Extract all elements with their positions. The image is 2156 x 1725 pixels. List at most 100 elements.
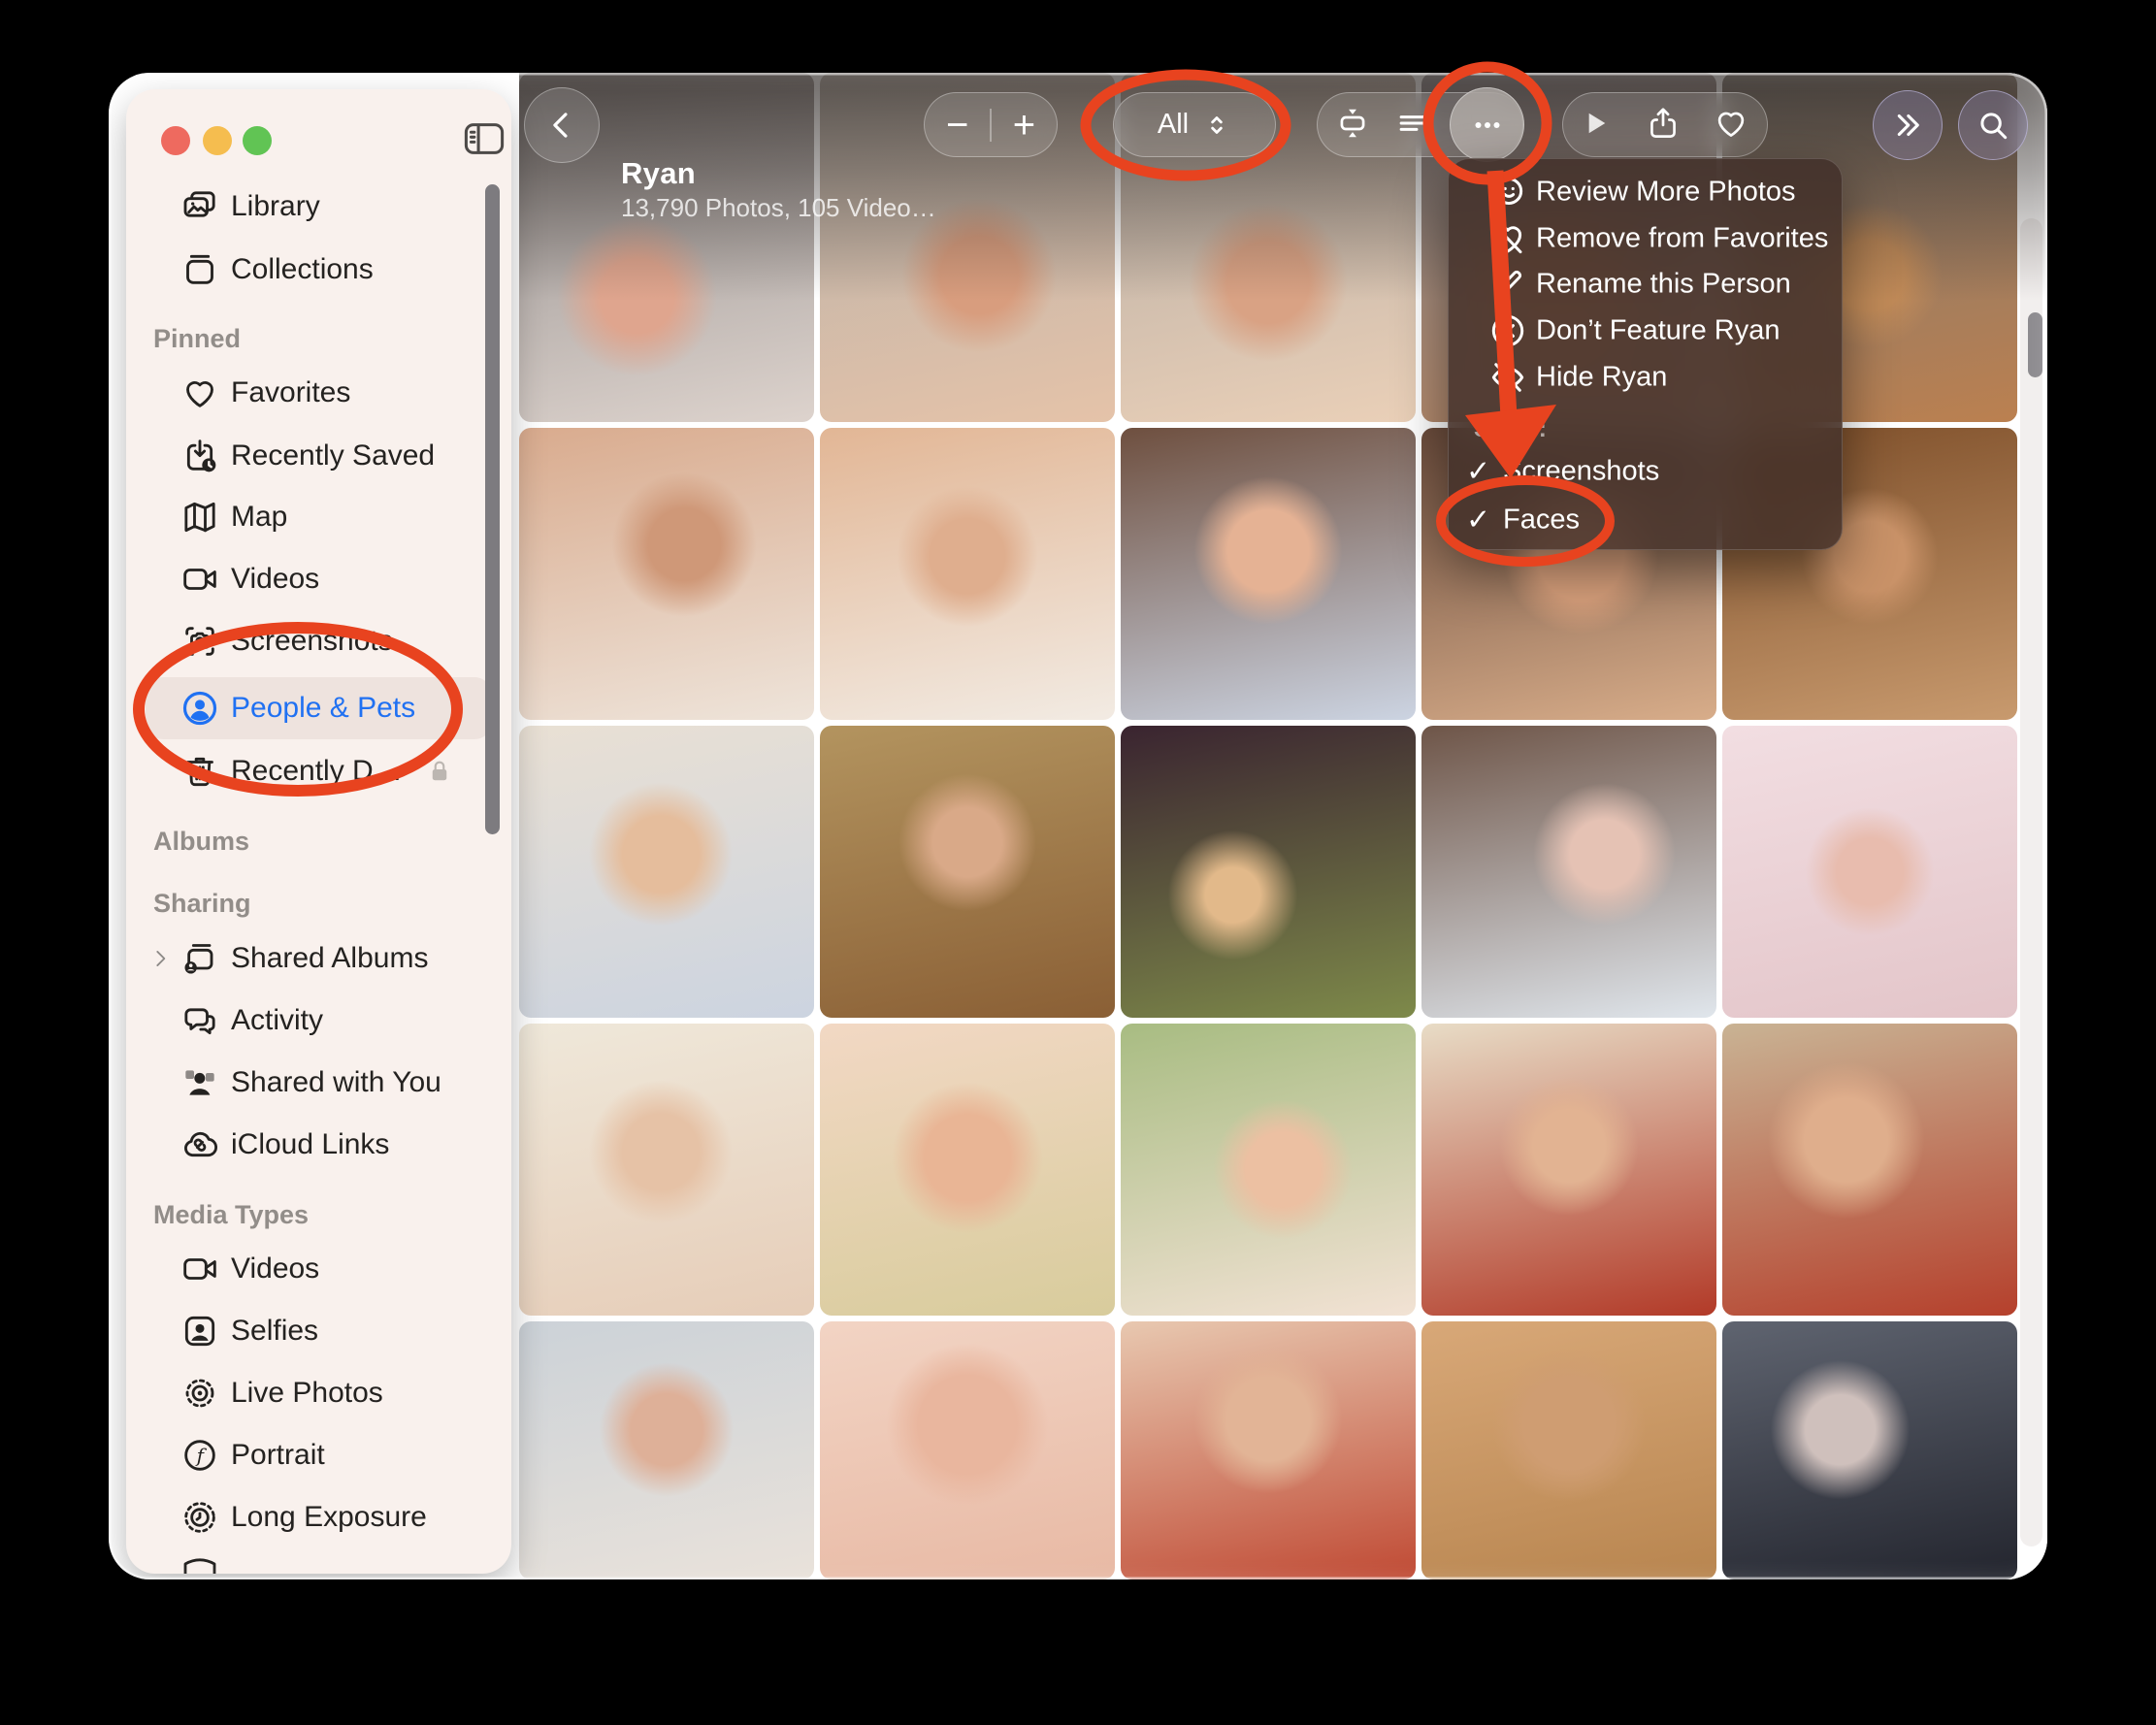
sidebar-item-library[interactable]: Library bbox=[146, 176, 492, 238]
sidebar-item-label: Collections bbox=[231, 253, 374, 286]
sidebar-item-recently-saved[interactable]: Recently Saved bbox=[146, 425, 492, 487]
sidebar-item-panorama[interactable] bbox=[146, 1541, 492, 1574]
shared-with-you-icon bbox=[180, 1063, 219, 1102]
zoom-out-button[interactable]: − bbox=[925, 94, 990, 156]
disclosure-chevron-icon[interactable] bbox=[147, 946, 173, 971]
zoom-in-button[interactable]: + bbox=[992, 94, 1057, 156]
photo-thumbnail[interactable] bbox=[1421, 1321, 1716, 1579]
sidebar-item-selfies[interactable]: Selfies bbox=[146, 1300, 492, 1362]
chevron-left-icon bbox=[540, 104, 583, 146]
photo-thumbnail[interactable] bbox=[1421, 726, 1716, 1018]
sidebar-item-label: Live Photos bbox=[231, 1377, 383, 1410]
eye-slash-icon bbox=[1487, 357, 1528, 398]
shared-albums-icon bbox=[180, 939, 219, 978]
sidebar-item-label: Selfies bbox=[231, 1315, 318, 1348]
review-icon bbox=[1487, 172, 1528, 212]
photo-thumbnail[interactable] bbox=[1121, 726, 1416, 1018]
play-slideshow-button[interactable] bbox=[1574, 104, 1617, 146]
photo-thumbnail[interactable] bbox=[820, 1024, 1115, 1316]
zoom-window-button[interactable] bbox=[243, 126, 272, 155]
sidebar-item-screenshots[interactable]: Screenshots bbox=[146, 610, 492, 672]
sidebar-item-long-exposure[interactable]: Long Exposure bbox=[146, 1486, 492, 1548]
sort-options-button[interactable] bbox=[1391, 104, 1434, 146]
x-circle-icon bbox=[1487, 310, 1528, 351]
close-window-button[interactable] bbox=[161, 126, 190, 155]
sidebar-item-favorites[interactable]: Favorites bbox=[146, 362, 492, 424]
screenshots-icon bbox=[180, 622, 219, 661]
sidebar-section-header: Media Types bbox=[153, 1200, 309, 1230]
sidebar-item-shared-with-you[interactable]: Shared with You bbox=[146, 1052, 492, 1114]
sidebar-item-label: Recently D… bbox=[231, 755, 403, 788]
recently-saved-icon bbox=[180, 437, 219, 475]
search-icon bbox=[1972, 104, 2014, 146]
sidebar-item-videos[interactable]: Videos bbox=[146, 1238, 492, 1300]
favorite-button[interactable] bbox=[1710, 104, 1752, 146]
content-scrollbar-thumb[interactable] bbox=[2028, 312, 2042, 377]
sidebar-item-portrait[interactable]: fPortrait bbox=[146, 1424, 492, 1486]
ellipsis-icon bbox=[1466, 104, 1509, 146]
filter-popup-label: All bbox=[1158, 109, 1189, 141]
content-scrollbar-track bbox=[2020, 218, 2042, 1546]
chevron-up-down-icon bbox=[1202, 111, 1231, 140]
photo-thumbnail[interactable] bbox=[1121, 1321, 1416, 1579]
panorama-icon bbox=[180, 1552, 219, 1574]
sidebar-item-activity[interactable]: Activity bbox=[146, 990, 492, 1052]
sidebar-scrollbar-thumb[interactable] bbox=[485, 184, 500, 834]
sidebar-item-videos[interactable]: Videos bbox=[146, 548, 492, 610]
sidebar-item-map[interactable]: Map bbox=[146, 486, 492, 548]
pencil-icon bbox=[1487, 264, 1528, 305]
sidebar-item-label: iCloud Links bbox=[231, 1128, 389, 1161]
thumbnail-zoom-control: − + bbox=[924, 92, 1058, 157]
page-subtitle: 13,790 Photos, 105 Video… bbox=[621, 194, 936, 223]
filter-popup-button[interactable]: All bbox=[1113, 92, 1276, 157]
back-button[interactable] bbox=[524, 87, 600, 163]
menu-item-remove-from-favorites[interactable]: Remove from Favorites bbox=[1449, 216, 1842, 261]
play-icon bbox=[1577, 105, 1614, 145]
photo-thumbnail[interactable] bbox=[1722, 1321, 2017, 1579]
photo-thumbnail[interactable] bbox=[519, 1024, 814, 1316]
more-button[interactable] bbox=[1450, 87, 1524, 162]
photo-thumbnail[interactable] bbox=[519, 1321, 814, 1579]
sidebar-item-label: Long Exposure bbox=[231, 1501, 427, 1534]
sidebar-toggle-button[interactable] bbox=[463, 120, 506, 157]
video-icon bbox=[180, 1250, 219, 1288]
sidebar-item-label: Activity bbox=[231, 1004, 323, 1037]
photo-thumbnail[interactable] bbox=[1121, 428, 1416, 720]
photo-thumbnail[interactable] bbox=[1722, 726, 2017, 1018]
heart-icon bbox=[180, 374, 219, 412]
menu-item-don-t-feature-ryan[interactable]: Don’t Feature Ryan bbox=[1449, 309, 1842, 353]
sidebar-item-collections[interactable]: Collections bbox=[146, 239, 492, 301]
sidebar-item-icloud-links[interactable]: iCloud Links bbox=[146, 1114, 492, 1176]
sidebar-item-live-photos[interactable]: Live Photos bbox=[146, 1362, 492, 1424]
sidebar-section-header: Pinned bbox=[153, 324, 241, 354]
menu-option-label: Faces bbox=[1503, 504, 1580, 537]
search-button[interactable] bbox=[1958, 90, 2028, 160]
fit-to-view-button[interactable] bbox=[1331, 104, 1374, 146]
photo-thumbnail[interactable] bbox=[519, 726, 814, 1018]
photo-thumbnail[interactable] bbox=[1121, 1024, 1416, 1316]
sidebar-item-recently-d[interactable]: Recently D… bbox=[146, 740, 492, 802]
fit-vertical-icon bbox=[1334, 105, 1371, 145]
minimize-window-button[interactable] bbox=[203, 126, 232, 155]
photo-thumbnail[interactable] bbox=[519, 428, 814, 720]
live-photos-icon bbox=[180, 1374, 219, 1413]
menu-item-review-more-photos[interactable]: Review More Photos bbox=[1449, 170, 1842, 214]
photo-thumbnail[interactable] bbox=[820, 428, 1115, 720]
menu-item-hide-ryan[interactable]: Hide Ryan bbox=[1449, 355, 1842, 400]
share-icon bbox=[1645, 105, 1682, 145]
toolbar-overflow-button[interactable] bbox=[1873, 90, 1943, 160]
more-menu-popup: Review More PhotosRemove from FavoritesR… bbox=[1448, 158, 1843, 550]
sidebar-item-label: Library bbox=[231, 190, 320, 223]
sidebar-item-shared-albums[interactable]: Shared Albums bbox=[146, 928, 492, 990]
share-button[interactable] bbox=[1642, 104, 1684, 146]
menu-item-rename-this-person[interactable]: Rename this Person bbox=[1449, 262, 1842, 307]
menu-option-screenshots[interactable]: ✓Screenshots bbox=[1449, 449, 1842, 494]
sidebar-item-people-pets[interactable]: People & Pets bbox=[146, 677, 492, 739]
menu-option-faces[interactable]: ✓Faces bbox=[1449, 498, 1842, 542]
heart-slash-icon bbox=[1487, 218, 1528, 259]
photo-thumbnail[interactable] bbox=[820, 1321, 1115, 1579]
photo-thumbnail[interactable] bbox=[820, 726, 1115, 1018]
sidebar-item-label: Screenshots bbox=[231, 625, 393, 658]
photo-thumbnail[interactable] bbox=[1421, 1024, 1716, 1316]
photo-thumbnail[interactable] bbox=[1722, 1024, 2017, 1316]
